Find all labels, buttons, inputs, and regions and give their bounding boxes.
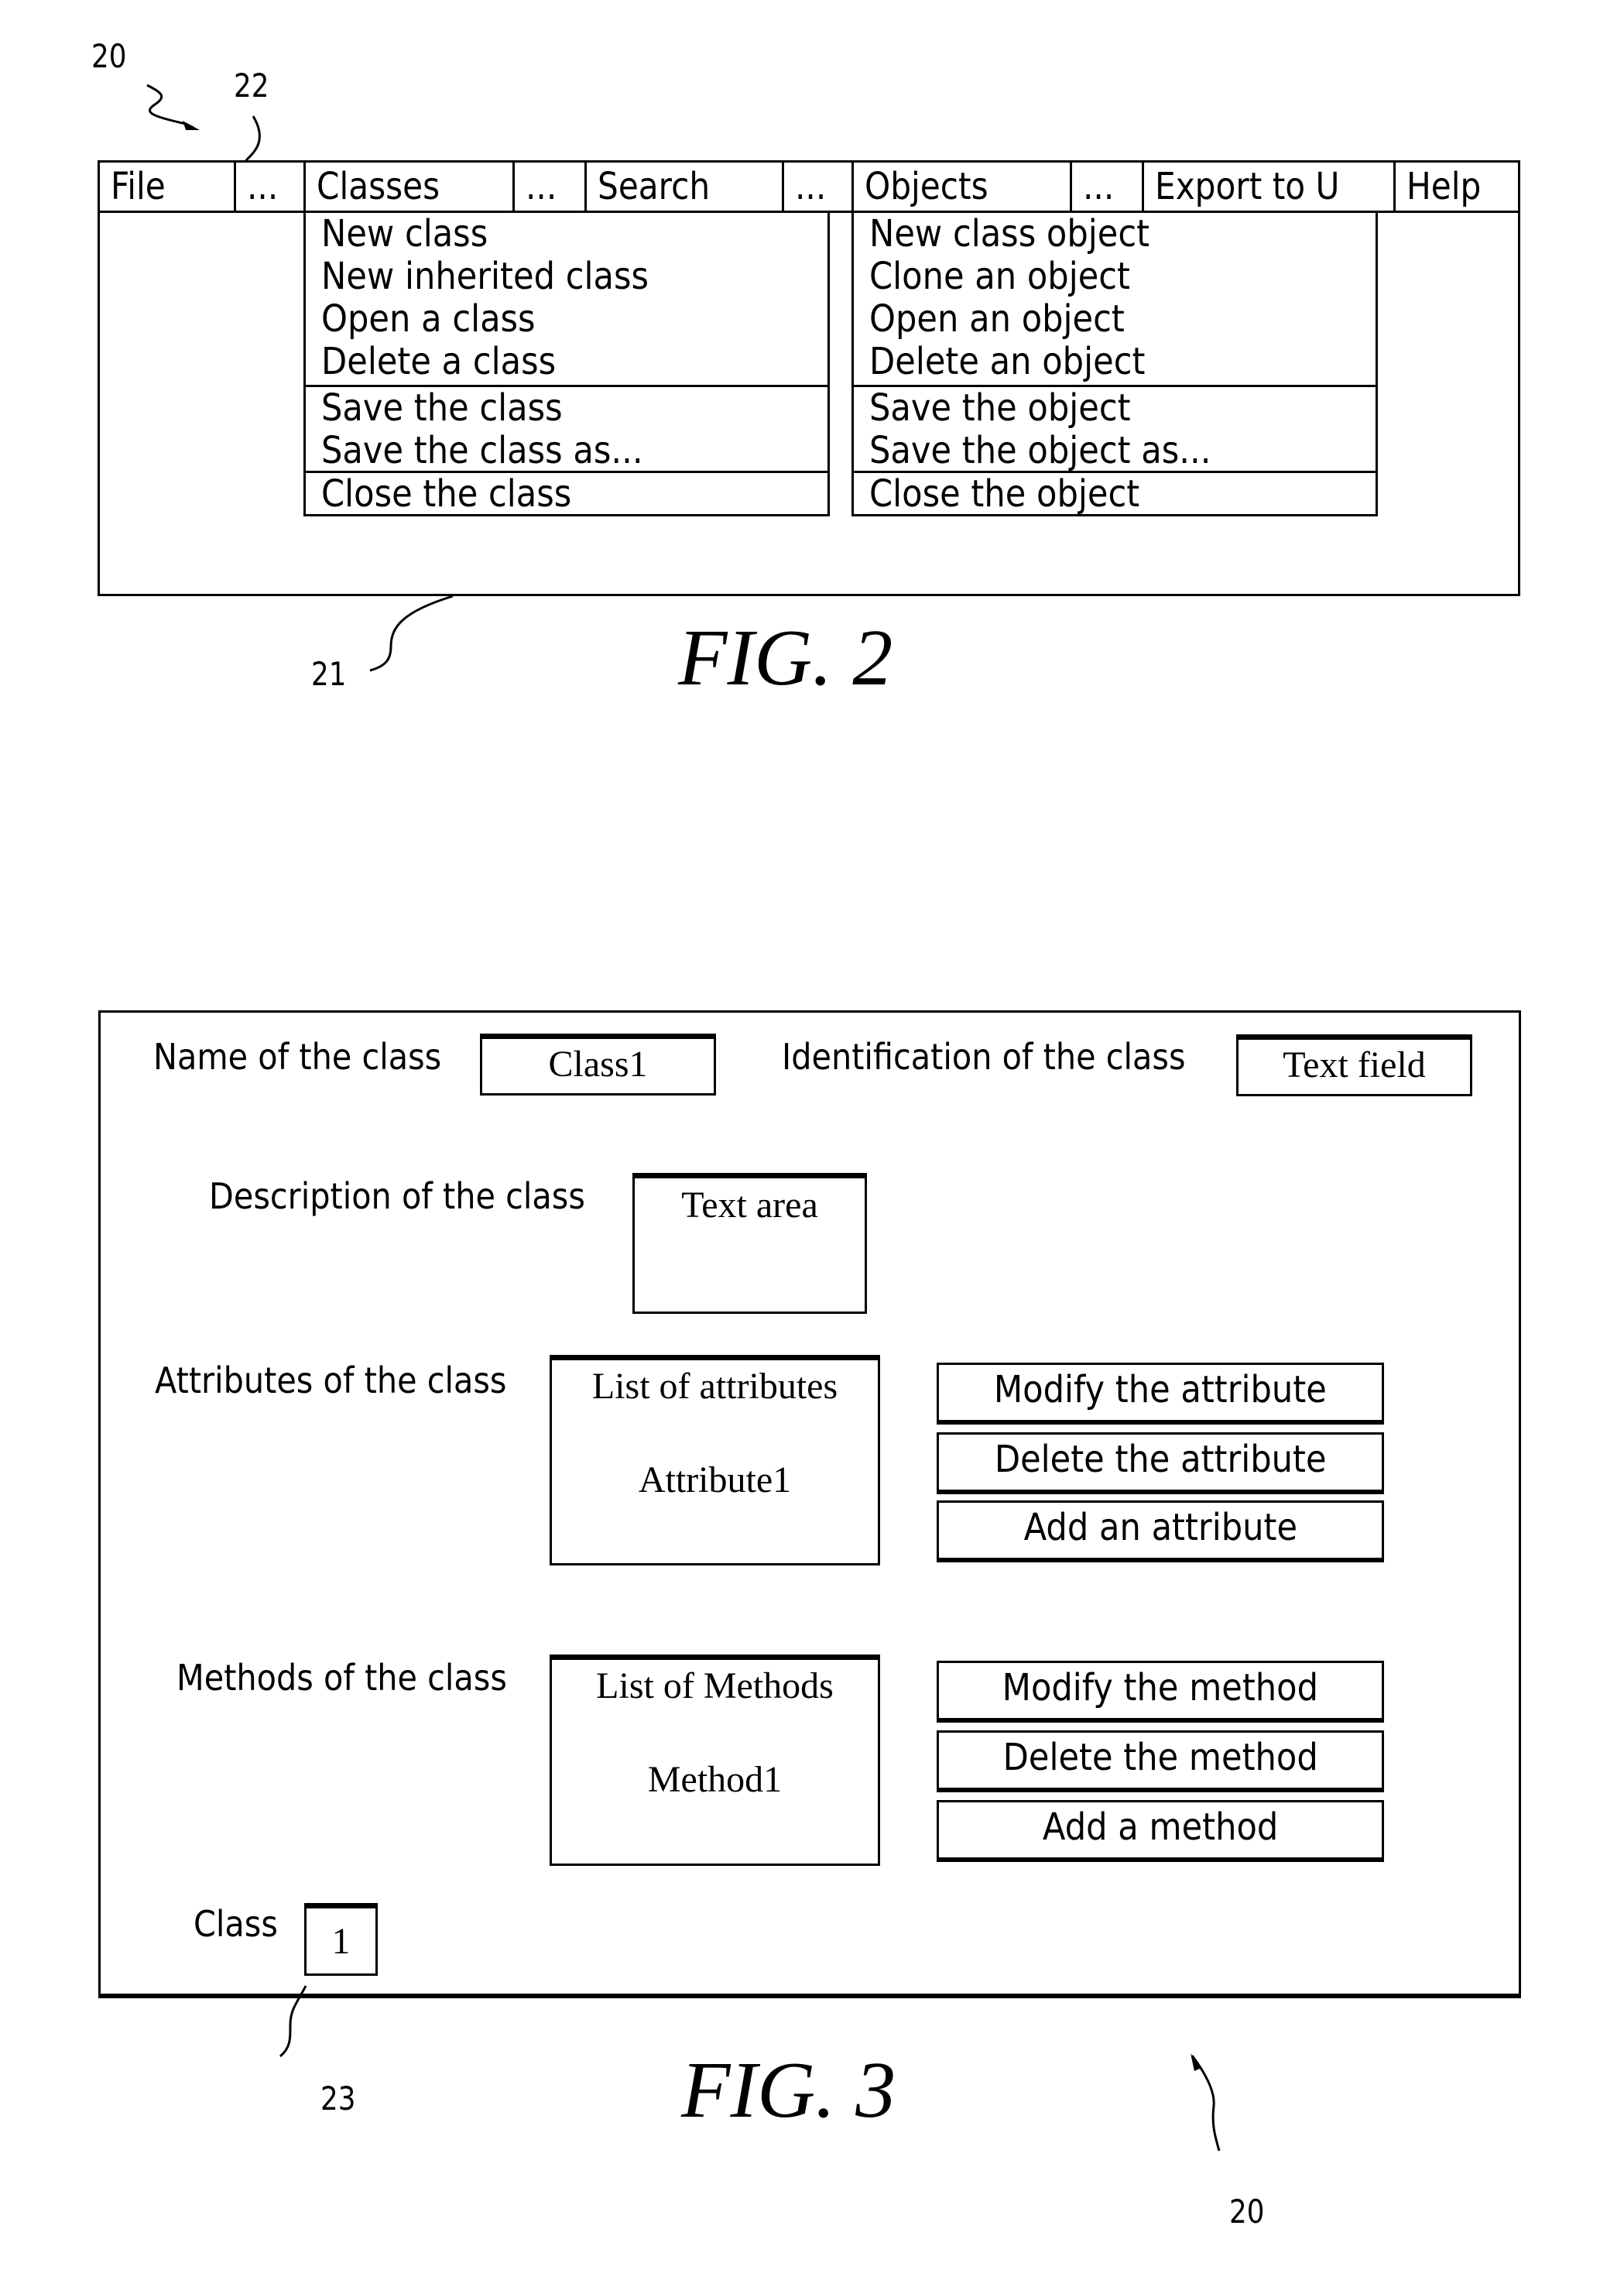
menu-bar: File ... Classes ... Search ... Objects … (98, 160, 1520, 213)
menu-item-close-object[interactable]: Close the object (854, 473, 1376, 516)
class-counter-field[interactable]: 1 (304, 1903, 378, 1976)
menu-objects[interactable]: Objects (854, 163, 1072, 211)
ref-numeral-window-20: 20 (1229, 2193, 1265, 2231)
menu-file[interactable]: File (100, 163, 236, 211)
arrowhead-20b (1191, 2053, 1200, 2071)
delete-attribute-button[interactable]: Delete the attribute (937, 1432, 1384, 1494)
attributes-list-header: List of attributes (591, 1366, 838, 1407)
leader-line-20 (146, 84, 194, 129)
classes-menu-group-2: Save the class Save the class as... (306, 387, 827, 473)
name-label: Name of the class (153, 1036, 442, 1078)
menu-item-save-object[interactable]: Save the object (854, 387, 1376, 430)
menu-item-delete-object[interactable]: Delete an object (854, 341, 1376, 383)
menu-more-1[interactable]: ... (236, 163, 306, 211)
menu-item-open-class[interactable]: Open a class (306, 298, 827, 341)
menu-item-save-class-as[interactable]: Save the class as... (306, 430, 827, 472)
delete-method-button[interactable]: Delete the method (937, 1730, 1384, 1792)
menu-item-close-class[interactable]: Close the class (306, 473, 827, 516)
menu-item-new-class-object[interactable]: New class object (854, 213, 1376, 255)
attributes-list[interactable]: List of attributes Attribute1 (550, 1355, 880, 1565)
arrowhead-20 (183, 121, 200, 130)
classes-dropdown: New class New inherited class Open a cla… (303, 211, 830, 516)
menu-item-save-class[interactable]: Save the class (306, 387, 827, 430)
figure-caption-3: FIG. 3 (681, 2045, 896, 2135)
objects-dropdown: New class object Clone an object Open an… (851, 211, 1378, 516)
description-textarea[interactable]: Text area (632, 1173, 867, 1314)
objects-menu-group-3: Close the object (854, 473, 1376, 516)
method-item[interactable]: Method1 (552, 1758, 878, 1801)
ref-numeral-screen-23: 23 (320, 2080, 356, 2117)
menu-item-save-object-as[interactable]: Save the object as... (854, 430, 1376, 472)
attributes-label: Attributes of the class (155, 1360, 507, 1401)
methods-list-header: List of Methods (596, 1665, 834, 1706)
menu-item-new-inherited-class[interactable]: New inherited class (306, 255, 827, 298)
objects-menu-group-1: New class object Clone an object Open an… (854, 213, 1376, 387)
menu-item-open-object[interactable]: Open an object (854, 298, 1376, 341)
methods-label: Methods of the class (176, 1657, 507, 1699)
menu-more-3[interactable]: ... (784, 163, 854, 211)
identification-label: Identification of the class (782, 1036, 1186, 1078)
objects-menu-group-2: Save the object Save the object as... (854, 387, 1376, 473)
menu-help[interactable]: Help (1396, 163, 1518, 211)
identification-field[interactable]: Text field (1236, 1034, 1472, 1096)
add-method-button[interactable]: Add a method (937, 1800, 1384, 1862)
menu-item-delete-class[interactable]: Delete a class (306, 341, 827, 383)
classes-menu-group-1: New class New inherited class Open a cla… (306, 213, 827, 387)
modify-method-button[interactable]: Modify the method (937, 1661, 1384, 1723)
classes-menu-group-3: Close the class (306, 473, 827, 516)
menu-item-clone-object[interactable]: Clone an object (854, 255, 1376, 298)
menu-item-new-class[interactable]: New class (306, 213, 827, 255)
add-attribute-button[interactable]: Add an attribute (937, 1500, 1384, 1562)
modify-attribute-button[interactable]: Modify the attribute (937, 1363, 1384, 1425)
menu-classes[interactable]: Classes (306, 163, 515, 211)
name-field[interactable]: Class1 (480, 1034, 716, 1096)
description-label: Description of the class (209, 1175, 585, 1217)
figure-caption-2: FIG. 2 (678, 613, 893, 702)
menu-more-4[interactable]: ... (1072, 163, 1144, 211)
menu-search[interactable]: Search (587, 163, 784, 211)
leader-line-21 (369, 595, 454, 672)
attribute-item[interactable]: Attribute1 (552, 1459, 878, 1501)
menu-more-2[interactable]: ... (515, 163, 587, 211)
class-counter-label: Class (194, 1903, 278, 1945)
leader-line-23 (279, 1985, 307, 2058)
menu-export[interactable]: Export to U (1144, 163, 1396, 211)
methods-list[interactable]: List of Methods Method1 (550, 1654, 880, 1866)
